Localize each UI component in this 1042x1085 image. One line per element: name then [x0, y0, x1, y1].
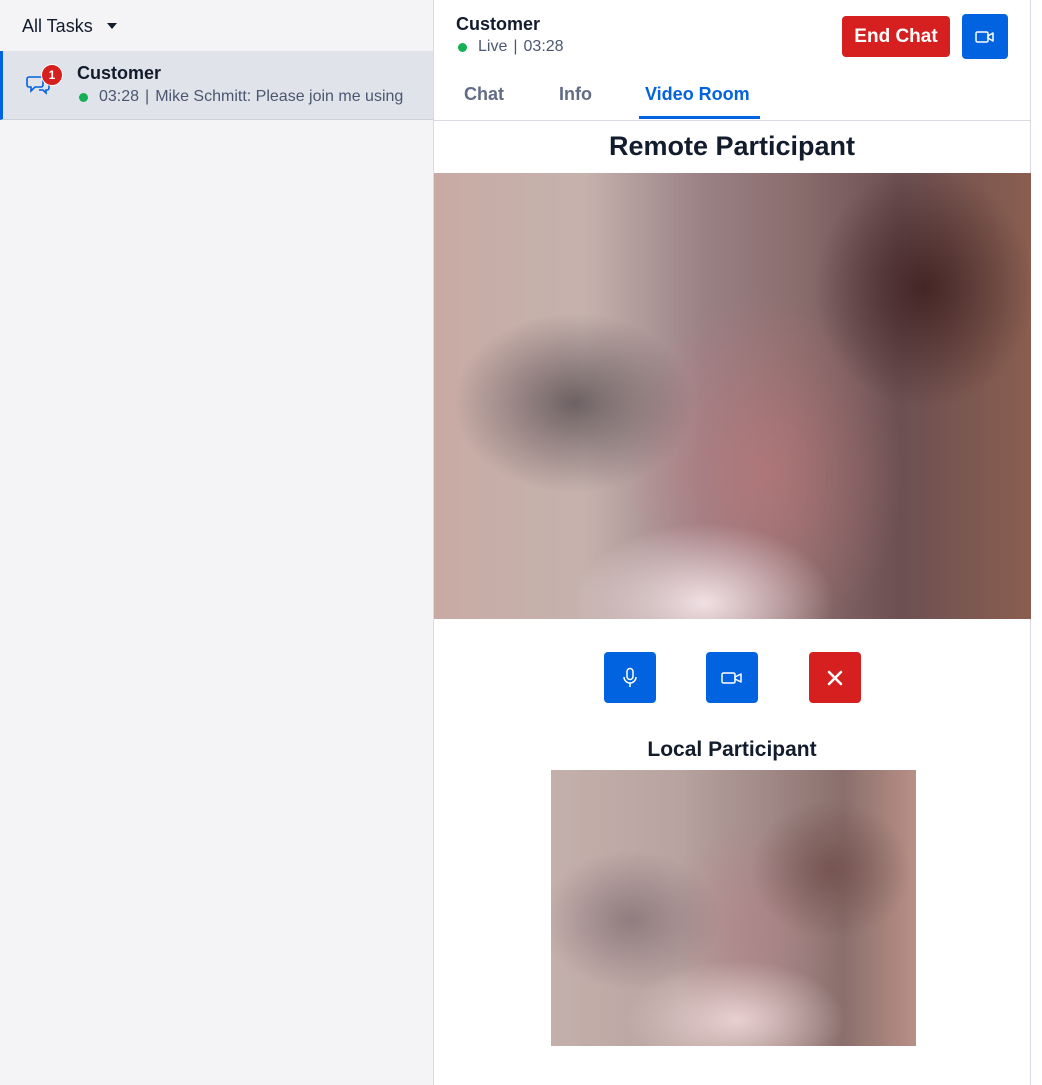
active-tab-indicator	[639, 116, 760, 119]
video-camera-icon	[721, 671, 742, 684]
tab-chat[interactable]: Chat	[464, 84, 504, 105]
tab-info[interactable]: Info	[559, 84, 592, 105]
status-timer: 03:28	[523, 38, 564, 55]
task-preview: Mike Schmitt: Please join me using	[155, 88, 404, 105]
conversation-title: Customer	[456, 14, 541, 34]
live-status-dot	[79, 92, 88, 102]
close-icon	[827, 670, 843, 685]
tab-bar: Chat Info Video Room	[434, 80, 1030, 121]
divider: |	[145, 88, 150, 105]
task-list-panel: All Tasks 1 Customer 03:28 | Mike Schmit…	[0, 0, 434, 1085]
task-filter-label: All Tasks	[22, 15, 93, 36]
video-call-button[interactable]	[962, 14, 1008, 59]
local-video-feed	[551, 770, 916, 1046]
end-chat-button[interactable]: End Chat	[842, 16, 950, 57]
video-controls	[434, 652, 1030, 703]
local-participant-title: Local Participant	[647, 738, 817, 761]
remote-video-feed	[434, 173, 1031, 619]
caret-down-icon	[106, 23, 117, 29]
unread-badge: 1	[41, 64, 63, 86]
task-title: Customer	[77, 63, 162, 83]
toggle-camera-button[interactable]	[706, 652, 758, 703]
tab-video-room[interactable]: Video Room	[645, 84, 750, 105]
microphone-icon	[623, 667, 637, 687]
status-text: Live	[478, 38, 508, 55]
leave-room-button[interactable]	[809, 652, 861, 703]
mute-microphone-button[interactable]	[604, 652, 656, 703]
task-subtitle: 03:28 | Mike Schmitt: Please join me usi…	[77, 88, 422, 106]
conversation-panel: Customer Live | 03:28 End Chat Chat Info…	[434, 0, 1031, 1085]
task-time: 03:28	[99, 88, 140, 105]
task-item[interactable]: 1 Customer 03:28 | Mike Schmitt: Please …	[0, 51, 433, 120]
live-status-dot	[458, 42, 467, 52]
remote-participant-title: Remote Participant	[608, 131, 856, 161]
divider: |	[513, 38, 518, 55]
video-camera-icon	[975, 30, 994, 43]
task-filter-dropdown[interactable]: All Tasks	[22, 14, 117, 38]
conversation-status: Live | 03:28	[456, 38, 564, 56]
